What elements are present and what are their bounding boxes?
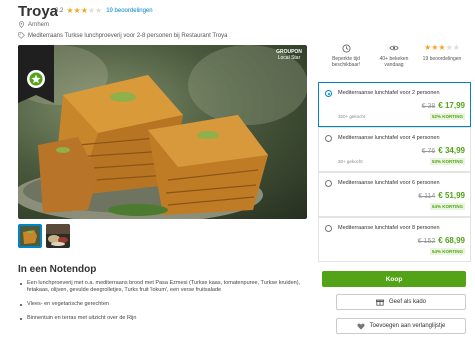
new-price: € 51,99 [438, 191, 465, 200]
discount-badge: 52% KORTING [429, 113, 465, 120]
wishlist-button[interactable]: Toevoegen aan verlanglijstje [336, 318, 466, 334]
highlights-list: Een lunchproeverij met o.a. mediterraans… [18, 280, 308, 329]
stat-label: Beperkte tijd beschikbaar! [331, 56, 361, 68]
price-row: € 38 € 17,99 [422, 101, 465, 110]
heart-icon [357, 323, 365, 330]
stat-label: 40+ bekeken vandaag [379, 56, 409, 68]
sold-count: 30+ gekocht [338, 159, 363, 164]
discount-badge: 54% KORTING [429, 203, 465, 210]
rating-row: 3.2 ★ ★ ★ ★ ★ 19 beoordelingen [55, 7, 153, 15]
radio-button[interactable] [325, 225, 332, 232]
star-icon: ★ [66, 6, 74, 15]
thumbnail-1[interactable] [18, 224, 42, 248]
radio-button[interactable] [325, 180, 332, 187]
clock-icon [341, 43, 351, 53]
gift-icon [375, 298, 384, 306]
gift-button[interactable]: Geef als kado [336, 294, 466, 310]
badge-subtitle: Local Star [277, 55, 301, 61]
old-price: € 114 [418, 193, 436, 200]
list-item: Vlees- en vegetarische gerechten [18, 301, 308, 308]
option-label: Mediterraanse lunchtafel voor 2 personen [338, 90, 440, 96]
buy-button[interactable]: Koop [322, 271, 466, 287]
new-price: € 34,99 [438, 146, 465, 155]
star-icon: ★ [73, 6, 81, 15]
deal-title: Troya [18, 3, 59, 20]
stars-icon: ★★★ ★★ [424, 43, 460, 52]
option-label: Mediterraanse lunchtafel voor 8 personen [338, 225, 440, 231]
stat-views: 40+ bekeken vandaag [370, 43, 418, 80]
list-item: Binnentuin en terras met uitzicht over d… [18, 315, 308, 322]
location-pin-icon [18, 21, 25, 28]
option-2-persons[interactable]: Mediterraanse lunchtafel voor 2 personen… [318, 82, 471, 127]
location-text: Arnhem [28, 21, 50, 28]
old-price: € 152 [417, 238, 436, 245]
option-4-persons[interactable]: Mediterraanse lunchtafel voor 4 personen… [318, 127, 471, 172]
rating-stars: ★ ★ ★ ★ ★ [66, 7, 102, 15]
rating-value: 3.2 [55, 8, 64, 14]
option-label: Mediterraanse lunchtafel voor 6 personen [338, 180, 440, 186]
star-icon: ★ [80, 6, 88, 15]
discount-badge: 53% KORTING [429, 158, 465, 165]
thumbnail-image [46, 224, 70, 248]
deal-stats: Beperkte tijd beschikbaar! 40+ bekeken v… [322, 43, 467, 80]
eye-icon [389, 43, 399, 53]
new-price: € 68,99 [438, 236, 465, 245]
new-price: € 17,99 [438, 101, 465, 110]
discount-badge: 54% KORTING [429, 248, 465, 255]
description-text: Mediterraans Turkse lunchproeverij voor … [28, 32, 228, 39]
price-row: € 114 € 51,99 [418, 191, 465, 200]
tag-icon [18, 32, 25, 39]
stat-reviews[interactable]: ★★★ ★★ 19 beoordelingen [418, 43, 466, 80]
option-8-persons[interactable]: Mediterraanse lunchtafel voor 8 personen… [318, 217, 471, 262]
radio-button[interactable] [325, 135, 332, 142]
section-title: In een Notendop [18, 264, 97, 275]
option-6-persons[interactable]: Mediterraanse lunchtafel voor 6 personen… [318, 172, 471, 217]
baklava-photo [18, 45, 307, 219]
location-row: Arnhem [18, 21, 49, 28]
price-row: € 152 € 68,99 [418, 236, 465, 245]
reviews-link[interactable]: 19 beoordelingen [106, 8, 152, 14]
deal-image[interactable]: GROUPON Local Star [18, 45, 307, 219]
star-icon: ★ [95, 6, 103, 15]
old-price: € 76 [421, 148, 436, 155]
list-item: Een lunchproeverij met o.a. mediterraans… [18, 280, 308, 294]
old-price: € 38 [421, 103, 436, 110]
gift-button-label: Geef als kado [388, 299, 427, 305]
option-label: Mediterraanse lunchtafel voor 4 personen [338, 135, 440, 141]
stat-label: 19 beoordelingen [422, 56, 462, 62]
local-star-badge-icon [18, 45, 54, 103]
price-row: € 76 € 34,99 [422, 146, 465, 155]
star-icon: ★ [87, 6, 96, 15]
sold-count: 320+ gekocht [338, 114, 366, 119]
stat-limited-time: Beperkte tijd beschikbaar! [322, 43, 370, 80]
radio-button[interactable] [325, 90, 332, 97]
thumbnail-image [20, 226, 40, 246]
description-row: Mediterraans Turkse lunchproeverij voor … [18, 32, 227, 39]
wishlist-button-label: Toevoegen aan verlanglijstje [369, 323, 446, 329]
thumbnail-2[interactable] [46, 224, 70, 248]
